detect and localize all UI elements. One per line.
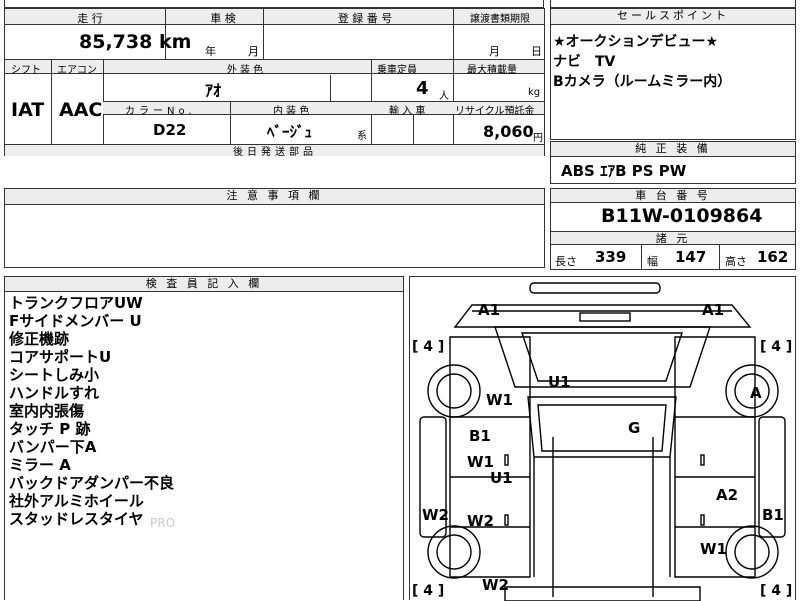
- interior-label: 内 装 色: [273, 106, 310, 117]
- mark-w2-left-mid: W2: [467, 512, 494, 530]
- height-label: 高さ: [725, 255, 747, 268]
- width-label: 幅: [647, 255, 658, 268]
- inspector-item: Fサイドメンバー U: [9, 312, 142, 330]
- specs-header: 諸 元: [551, 231, 795, 245]
- standard-equipment-header: 純 正 装 備: [551, 142, 795, 157]
- capacity-label: 乗車定員: [377, 65, 417, 76]
- mark-a1-left: A1: [478, 301, 501, 319]
- mark-u1-mid: U1: [490, 469, 513, 487]
- inspector-item: トランクフロアUW: [9, 294, 143, 312]
- watermark: PRO: [150, 516, 176, 530]
- later-parts-label: 後日発送部品: [233, 147, 317, 158]
- inspector-item: バックドアダンパー不良: [9, 474, 175, 492]
- inspector-item: 修正機跡: [9, 330, 70, 348]
- exterior-label: 外 装 色: [226, 65, 264, 76]
- selling-points-box: セールスポイント ★オークションデビュー★ ナビ TV Bカメラ（ルームミラー内…: [550, 8, 796, 140]
- mileage-number: 85,738: [79, 31, 153, 53]
- recycle-label: リサイクル預託金: [455, 106, 535, 117]
- mark-u1-roof: U1: [548, 373, 571, 391]
- shift-value: IAT: [11, 99, 45, 121]
- inspection-month-unit: 月: [248, 45, 259, 58]
- registration-label: 登 録 番 号: [337, 12, 393, 25]
- recycle-value: 8,060: [483, 122, 534, 141]
- mark-w1-left-front: W1: [486, 391, 513, 409]
- mileage-unit: km: [158, 31, 192, 53]
- inspector-item: シートしみ小: [9, 366, 100, 384]
- inspector-item: 室内内張傷: [9, 402, 85, 420]
- standard-equipment-value: ABS ｴｱB PS PW: [561, 162, 687, 180]
- car-diagram: [419, 282, 786, 601]
- mark-a-right-wheel: A: [750, 384, 762, 402]
- tire-left-bottom: [ 4 ]: [412, 583, 445, 599]
- chassis-value: B11W-0109864: [601, 205, 763, 227]
- transfer-label: 譲渡書類期限: [470, 14, 530, 25]
- top-strip-right: [550, 0, 796, 8]
- interior-suffix: 系: [357, 131, 367, 142]
- mark-a1-right: A1: [702, 301, 725, 319]
- vehicle-info-table: 走 行 車 検 登 録 番 号 譲渡書類期限 85,738 km 年 月 月 日…: [4, 8, 545, 158]
- mark-w2-left: W2: [422, 506, 449, 524]
- chassis-box: 車 台 番 号 B11W-0109864 諸 元 長さ 339 幅 147 高さ…: [550, 188, 796, 270]
- selling-points-header: セールスポイント: [551, 9, 795, 25]
- aircon-label: エアコン: [57, 65, 97, 76]
- height-value: 162: [757, 248, 789, 266]
- inspector-item: ハンドルすれ: [9, 384, 100, 402]
- mark-w2-bottom: W2: [482, 576, 509, 594]
- mileage-label: 走 行: [77, 12, 103, 25]
- inspector-item: コアサポートU: [9, 348, 112, 366]
- inspection-year-unit: 年: [205, 45, 216, 58]
- capacity-value: 4: [416, 78, 429, 99]
- selling-point-1: ★オークションデビュー★: [553, 34, 719, 50]
- color-no-value: D22: [153, 121, 187, 139]
- length-value: 339: [595, 248, 627, 266]
- notes-header: 注 意 事 項 欄: [5, 189, 544, 205]
- mark-a2-right: A2: [716, 486, 739, 504]
- transfer-month-unit: 月: [489, 45, 500, 58]
- inspector-item: バンパー下A: [9, 438, 97, 456]
- exterior-value: ｱｵ: [205, 81, 222, 100]
- max-load-label: 最大積載量: [467, 65, 517, 76]
- tire-right-bottom: [ 4 ]: [760, 583, 793, 599]
- selling-point-3: Bカメラ（ルームミラー内）: [553, 74, 732, 90]
- inspection-label: 車 検: [210, 12, 236, 25]
- shift-label: シフト: [11, 65, 41, 76]
- tire-left-top: [ 4 ]: [412, 339, 445, 355]
- mileage-value: 85,738 km: [79, 31, 191, 53]
- tire-right-top: [ 4 ]: [760, 339, 793, 355]
- standard-equipment-box: 純 正 装 備 ABS ｴｱB PS PW: [550, 141, 796, 184]
- max-load-unit: kg: [528, 87, 541, 98]
- inspector-header: 検 査 員 記 入 欄: [5, 277, 403, 292]
- width-value: 147: [675, 248, 707, 266]
- mark-w1-right: W1: [700, 540, 727, 558]
- transfer-day-unit: 日: [531, 45, 542, 58]
- chassis-header: 車 台 番 号: [551, 189, 795, 203]
- inspector-list: トランクフロアUW Fサイドメンバー U 修正機跡 コアサポートU シートしみ小…: [9, 294, 174, 528]
- inspector-item: ミラー A: [9, 456, 71, 474]
- recycle-unit: 円: [533, 133, 543, 144]
- selling-point-2: ナビ TV: [553, 54, 616, 70]
- mark-b1-right: B1: [762, 506, 784, 524]
- inspector-item: タッチ P 跡: [9, 420, 91, 438]
- length-label: 長さ: [555, 255, 577, 268]
- mark-b1-left: B1: [469, 427, 491, 445]
- notes-box: 注 意 事 項 欄: [4, 188, 545, 268]
- car-diagram-box: [ 4 ] [ 4 ] [ 4 ] [ 4 ] A1 A1 W1 U1 A B1…: [409, 276, 796, 601]
- import-label: 輸 入 車: [389, 106, 426, 117]
- mark-g-center: G: [628, 419, 641, 437]
- inspector-box: 検 査 員 記 入 欄 トランクフロアUW Fサイドメンバー U 修正機跡 コア…: [4, 276, 404, 600]
- color-no-label: カラーNo.: [125, 106, 196, 117]
- capacity-unit: 人: [439, 91, 449, 102]
- inspector-item: 社外アルミホイール: [9, 492, 144, 510]
- top-strip: [4, 0, 544, 8]
- aircon-value: AAC: [59, 99, 103, 121]
- interior-value: ﾍﾞｰｼﾞｭ: [267, 123, 313, 141]
